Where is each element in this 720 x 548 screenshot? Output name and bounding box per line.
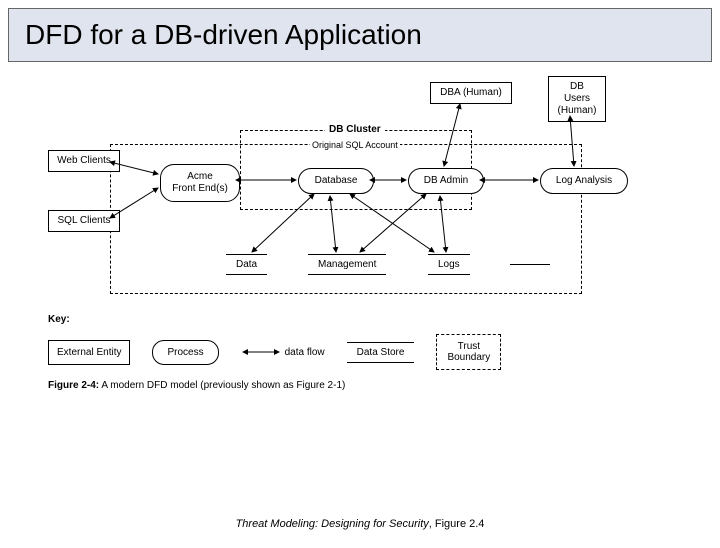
key-data-flow-label: data flow xyxy=(285,347,325,358)
datastore-management: Management xyxy=(308,254,386,275)
datastore-logs: Logs xyxy=(428,254,470,275)
figure-caption-prefix: Figure 2-4: xyxy=(48,380,99,391)
entity-db-users-human: DB Users (Human) xyxy=(548,76,606,122)
boundary-label-db-cluster: DB Cluster xyxy=(325,124,385,135)
dfd-diagram: DB Cluster Original SQL Account Web Clie… xyxy=(30,82,690,402)
entity-sql-clients: SQL Clients xyxy=(48,210,120,232)
key-trust-boundary: Trust Boundary xyxy=(436,334,501,370)
figure-caption: Figure 2-4: A modern DFD model (previous… xyxy=(48,380,345,391)
line-fragment xyxy=(510,264,550,265)
process-log-analysis: Log Analysis xyxy=(540,168,628,194)
process-acme-front-end: Acme Front End(s) xyxy=(160,164,240,202)
key-row: External Entity Process data flow Data S… xyxy=(48,334,501,370)
datastore-data: Data xyxy=(226,254,267,275)
key-data-flow: data flow xyxy=(241,347,325,358)
footer-suffix: , Figure 2.4 xyxy=(429,518,485,530)
process-database: Database xyxy=(298,168,374,194)
entity-dba-human: DBA (Human) xyxy=(430,82,512,104)
footer-source: Threat Modeling: Designing for Security xyxy=(236,518,429,530)
slide-footer: Threat Modeling: Designing for Security,… xyxy=(0,518,720,530)
figure-caption-text: A modern DFD model (previously shown as … xyxy=(99,380,345,391)
key-label: Key: xyxy=(48,314,70,325)
entity-web-clients: Web Clients xyxy=(48,150,120,172)
key-data-store: Data Store xyxy=(347,342,415,363)
key-external-entity: External Entity xyxy=(48,340,130,365)
process-db-admin: DB Admin xyxy=(408,168,484,194)
slide-title: DFD for a DB-driven Application xyxy=(8,8,712,62)
boundary-label-original-sql: Original SQL Account xyxy=(310,140,400,150)
key-process: Process xyxy=(152,340,218,365)
